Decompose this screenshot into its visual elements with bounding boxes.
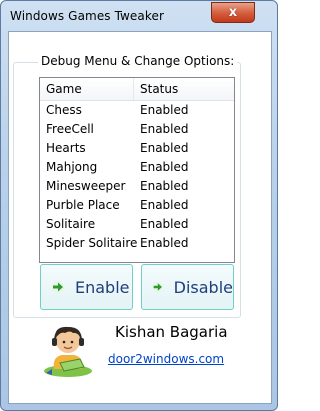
list-item[interactable]: Spider Solitaire Enabled (40, 234, 234, 253)
list-item[interactable]: Hearts Enabled (40, 139, 234, 158)
game-status: Enabled (140, 103, 189, 117)
list-item[interactable]: FreeCell Enabled (40, 120, 234, 139)
game-status: Enabled (140, 236, 189, 250)
close-icon: x (228, 5, 238, 20)
list-item[interactable]: Purble Place Enabled (40, 196, 234, 215)
column-header-game[interactable]: Game (40, 78, 134, 100)
disable-label: Disable (173, 277, 233, 297)
website-link[interactable]: door2windows.com (108, 352, 224, 366)
games-listview[interactable]: Game Status Chess Enabled FreeCell Enabl… (39, 77, 235, 263)
disable-button[interactable]: Disable (141, 264, 234, 310)
green-arrow-icon (51, 280, 65, 294)
list-header: Game Status (40, 78, 234, 101)
game-name: Chess (46, 103, 82, 117)
game-status: Enabled (140, 179, 189, 193)
window-title: Windows Games Tweaker (10, 9, 165, 23)
list-item[interactable]: Minesweeper Enabled (40, 177, 234, 196)
column-header-status[interactable]: Status (134, 78, 178, 100)
game-name: FreeCell (46, 122, 94, 136)
close-button[interactable]: x (211, 2, 255, 23)
groupbox-legend: Debug Menu & Change Options: (38, 54, 238, 68)
list-item[interactable]: Mahjong Enabled (40, 158, 234, 177)
game-status: Enabled (140, 217, 189, 231)
game-name: Spider Solitaire (46, 236, 138, 250)
game-status: Enabled (140, 141, 189, 155)
game-name: Solitaire (46, 217, 96, 231)
game-status: Enabled (140, 160, 189, 174)
author-name: Kishan Bagaria (115, 323, 228, 341)
enable-label: Enable (75, 277, 130, 297)
enable-button[interactable]: Enable (40, 264, 133, 310)
list-item[interactable]: Chess Enabled (40, 101, 234, 120)
green-arrow-icon (152, 281, 164, 293)
game-name: Minesweeper (46, 179, 126, 193)
game-status: Enabled (140, 122, 189, 136)
game-name: Hearts (46, 141, 86, 155)
author-avatar (44, 326, 92, 377)
game-name: Mahjong (46, 160, 98, 174)
game-status: Enabled (140, 198, 189, 212)
game-name: Purble Place (46, 198, 120, 212)
title-bar[interactable]: Windows Games Tweaker x (1, 1, 277, 31)
list-item[interactable]: Solitaire Enabled (40, 215, 234, 234)
